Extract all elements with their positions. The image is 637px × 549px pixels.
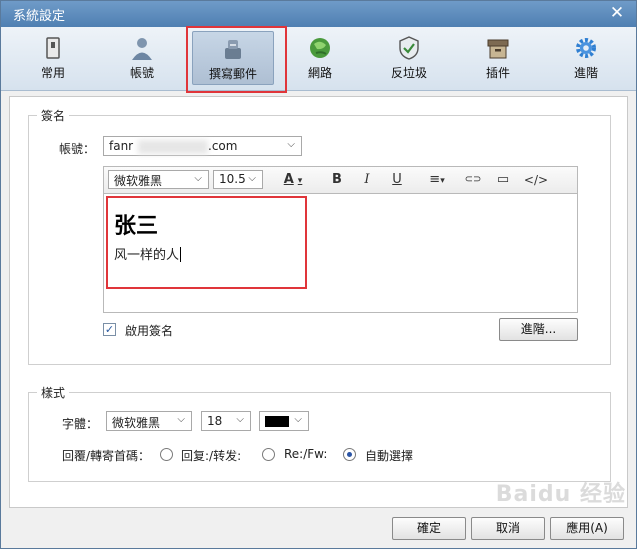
tab-network-label: 網路 [307,66,332,80]
tab-compose[interactable]: 撰寫郵件 [192,31,274,85]
style-color-select[interactable]: ⌵ [259,411,309,431]
radio-english-prefix-label: Re:/Fw: [284,447,328,461]
ok-button[interactable]: 確定 [392,517,466,540]
font-color-button[interactable]: A ▾ [276,170,310,190]
account-suffix: .com [208,139,238,153]
plugin-box-icon [487,39,509,59]
signature-editor[interactable]: 张三 风一样的人 [103,193,578,313]
compose-icon [225,40,241,59]
image-icon[interactable]: ▭ [491,170,515,190]
editor-font-select[interactable]: 微软雅黑 ⌵ [108,170,209,189]
italic-button[interactable]: I [357,170,377,190]
align-button[interactable]: ≡▾ [422,170,452,190]
tab-general[interactable]: 常用 [21,31,85,85]
style-font-size: 18 [207,414,223,428]
account-icon [132,38,152,60]
align-icon: ≡ [429,172,441,187]
tab-plugins[interactable]: 插件 [466,31,530,85]
network-icon [310,38,330,58]
tab-plugins-label: 插件 [485,66,510,80]
style-group: 樣式 字體： 微软雅黑 ⌵ 18 ⌵ ⌵ 回覆/轉寄首碼： 回复:/转发: Re… [28,384,611,482]
chevron-down-icon: ⌵ [248,173,256,184]
reply-prefix-label: 回覆/轉寄首碼： [62,449,151,463]
signature-line: 风一样的人 [114,244,182,263]
account-redacted [138,140,208,154]
font-label: 字體： [62,417,99,431]
chevron-down-icon: ⌵ [177,414,185,425]
bold-button[interactable]: B [327,170,347,190]
text-caret [180,247,182,262]
account-prefix: fanr [109,139,134,153]
radio-auto-prefix-label: 自動選擇 [365,449,414,463]
style-size-select[interactable]: 18 ⌵ [201,411,251,431]
title-bar: 系統設定 ✕ [1,1,636,27]
editor-font-name: 微软雅黑 [114,174,163,188]
account-label: 帳號： [59,142,96,156]
tab-account-label: 帳號 [129,66,154,80]
tab-account[interactable]: 帳號 [110,31,174,85]
enable-signature-checkbox[interactable]: ✓ [103,323,116,336]
chevron-down-icon: ⌵ [194,173,202,184]
signature-editor-toolbar: 微软雅黑 ⌵ 10.5 ⌵ A ▾ B I U ≡▾ ⊂⊃ ▭ </> [103,166,578,193]
link-icon[interactable]: ⊂⊃ [461,170,485,190]
settings-content: 簽名 帳號： fanr .com ⌵ 微软雅黑 ⌵ 10.5 ⌵ A ▾ B I… [9,96,628,508]
chevron-down-icon: ⌵ [287,139,295,150]
watermark: Baidu 经验 [495,482,626,507]
style-font-select[interactable]: 微软雅黑 ⌵ [106,411,192,431]
signature-group-title: 簽名 [37,107,70,124]
gear-icon [576,38,596,58]
signature-group: 簽名 帳號： fanr .com ⌵ 微软雅黑 ⌵ 10.5 ⌵ A ▾ B I… [28,107,611,365]
cancel-button[interactable]: 取消 [471,517,545,540]
signature-line-text: 风一样的人 [114,248,180,263]
radio-chinese-prefix-label: 回复:/转发: [181,449,242,463]
signature-advanced-button[interactable]: 進階... [499,318,578,341]
close-icon[interactable]: ✕ [608,4,626,22]
style-group-title: 樣式 [37,384,70,401]
radio-chinese-prefix[interactable] [160,448,173,461]
chevron-down-icon: ⌵ [294,414,302,425]
tab-advanced-label: 進階 [573,66,598,80]
chevron-down-icon: ⌵ [236,414,244,425]
editor-font-size: 10.5 [219,172,246,186]
radio-auto-prefix[interactable] [343,448,356,461]
radio-english-prefix[interactable] [262,448,275,461]
general-icon [46,37,60,59]
settings-toolbar: 常用 帳號 撰寫郵件 網路 反垃圾 插件 進階 [1,27,636,91]
tab-antispam-label: 反垃圾 [390,66,427,80]
style-font-name: 微软雅黑 [112,416,161,430]
tab-antispam[interactable]: 反垃圾 [377,31,441,85]
tab-network[interactable]: 網路 [288,31,352,85]
tab-advanced[interactable]: 進階 [554,31,618,85]
settings-window: 系統設定 ✕ 常用 帳號 撰寫郵件 網路 反垃圾 插件 進階 簽名 帳號： fa… [0,0,637,549]
account-select[interactable]: fanr .com ⌵ [103,136,302,156]
signature-name: 张三 [114,214,159,239]
antispam-shield-icon [399,36,419,60]
window-title: 系統設定 [13,8,66,24]
font-color-icon: A [283,172,294,187]
editor-size-select[interactable]: 10.5 ⌵ [213,170,263,189]
tab-compose-label: 撰寫郵件 [208,67,257,81]
enable-signature-label: 啟用簽名 [125,324,174,338]
tab-general-label: 常用 [40,66,65,80]
apply-button[interactable]: 應用(A) [550,517,624,540]
underline-button[interactable]: U [387,170,407,190]
html-source-icon[interactable]: </> [521,170,551,190]
color-swatch [265,416,289,427]
